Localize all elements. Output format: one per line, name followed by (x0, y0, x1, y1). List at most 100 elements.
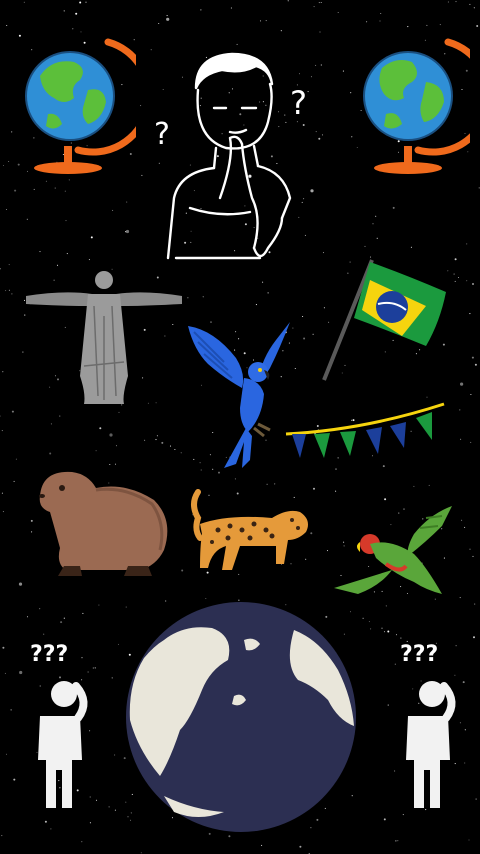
star (469, 313, 471, 315)
star (64, 190, 66, 192)
star (218, 471, 220, 474)
star (111, 677, 113, 679)
star (5, 208, 8, 211)
collage-stage: ? ? ??? ??? (0, 0, 480, 854)
star (426, 24, 428, 26)
star (115, 445, 118, 447)
star (79, 1, 82, 4)
star (318, 2, 320, 4)
star (169, 445, 172, 447)
star (39, 251, 41, 253)
star (99, 427, 102, 430)
star (59, 415, 61, 417)
star (1, 430, 3, 432)
star (50, 828, 52, 830)
star (236, 43, 238, 45)
star (319, 31, 321, 33)
star (202, 296, 204, 298)
star (376, 237, 378, 239)
star (303, 337, 306, 340)
star (5, 290, 7, 292)
star (200, 9, 202, 11)
star (4, 672, 6, 674)
star (428, 484, 430, 486)
star (470, 393, 472, 396)
star (158, 22, 160, 25)
star (326, 550, 329, 552)
star (447, 1, 449, 3)
star (114, 754, 116, 756)
star (228, 835, 231, 838)
star (140, 852, 142, 854)
star (302, 315, 304, 318)
star (1, 492, 3, 494)
star (259, 20, 262, 22)
question-marks-left: ??? (30, 642, 69, 667)
star (385, 605, 387, 607)
star (95, 450, 97, 452)
star (30, 519, 33, 522)
star (313, 487, 315, 490)
star (294, 367, 296, 370)
star (31, 531, 33, 533)
star (366, 21, 368, 23)
star (10, 709, 12, 711)
star (280, 30, 282, 32)
star (60, 621, 63, 624)
star (174, 448, 176, 451)
star (426, 396, 428, 398)
star (82, 612, 84, 614)
star (395, 840, 397, 842)
jaguar-icon (188, 484, 312, 580)
star (335, 490, 337, 492)
star (39, 608, 41, 610)
star (471, 356, 474, 359)
christ-redeemer-statue-icon (24, 266, 184, 408)
star (320, 1, 322, 4)
star (469, 3, 471, 5)
star (141, 174, 143, 176)
star (368, 621, 370, 623)
bunting-icon (284, 400, 446, 466)
star (11, 293, 13, 295)
star (470, 441, 472, 443)
star (439, 24, 441, 26)
star (89, 822, 91, 824)
star (461, 519, 463, 521)
star (11, 131, 13, 133)
star (155, 439, 157, 441)
star (335, 468, 337, 470)
star (299, 845, 302, 848)
star (117, 643, 120, 645)
star (455, 1, 457, 3)
star (109, 463, 111, 466)
star (387, 630, 390, 633)
star (90, 236, 93, 239)
star (166, 15, 168, 17)
star (26, 218, 28, 220)
question-mark-2: ? (290, 84, 307, 122)
star (473, 636, 475, 639)
star (400, 637, 402, 639)
star (88, 259, 90, 261)
star (380, 12, 382, 15)
star (395, 634, 398, 636)
star (23, 1, 25, 3)
star (15, 458, 17, 460)
star (472, 283, 474, 285)
question-marks-right: ??? (400, 642, 439, 667)
star (45, 180, 47, 182)
star (459, 597, 461, 599)
star (63, 617, 65, 619)
star (312, 333, 314, 335)
star (18, 582, 23, 586)
star (473, 7, 475, 9)
star (13, 480, 15, 482)
star (85, 1, 87, 3)
globe-right-icon (352, 28, 470, 176)
star (98, 604, 100, 606)
star (63, 10, 65, 12)
star (287, 0, 289, 2)
star (54, 187, 56, 189)
star (265, 20, 267, 22)
